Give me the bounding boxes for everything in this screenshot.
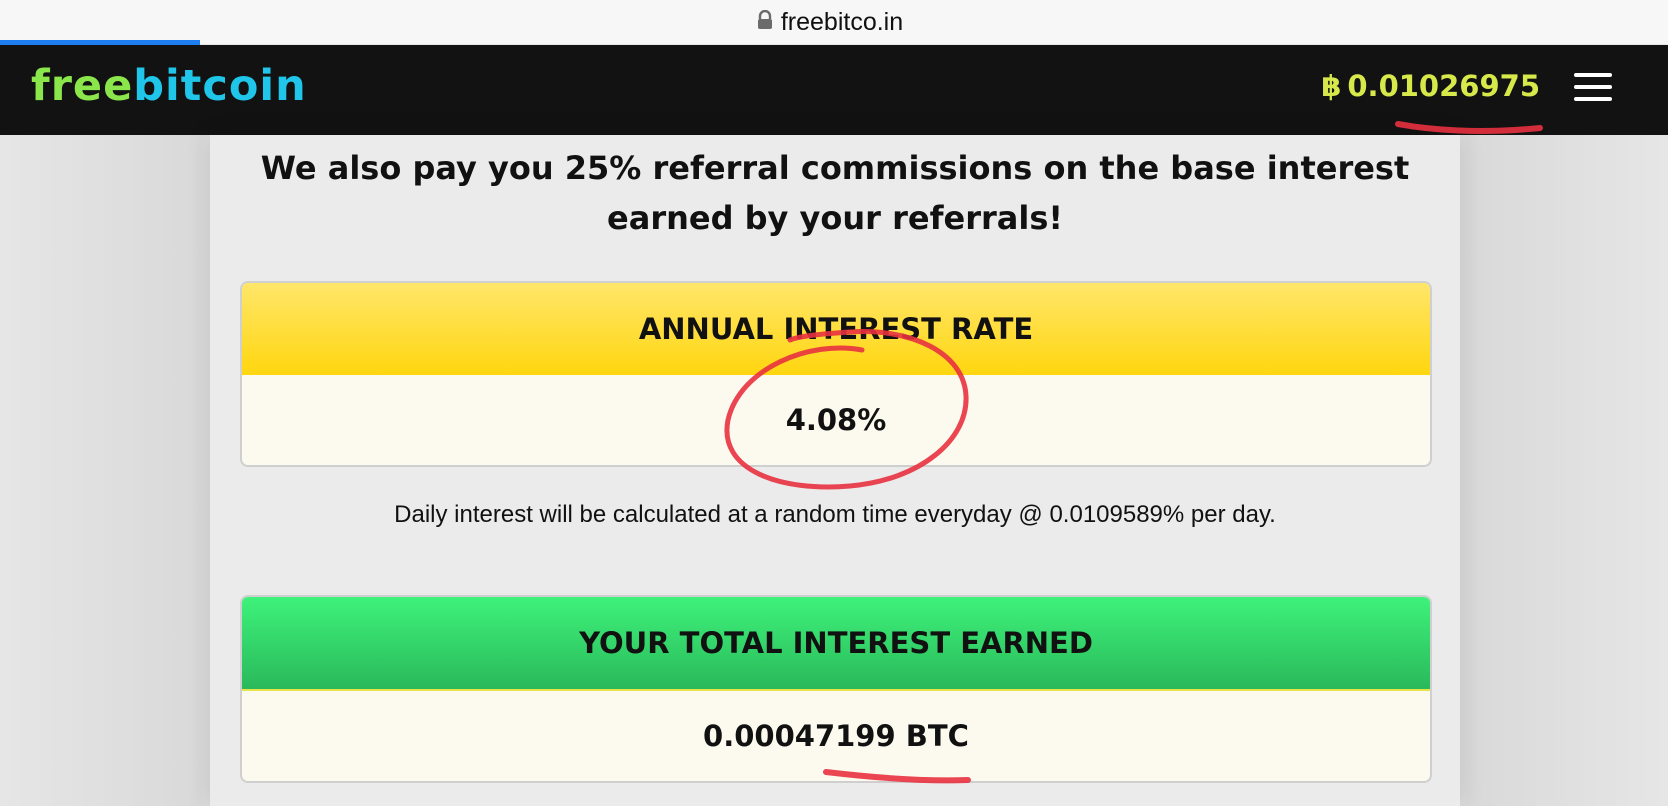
lock-icon [757, 9, 773, 34]
annual-interest-rate-value: 4.08% [785, 403, 887, 437]
url-display[interactable]: freebitco.in [757, 8, 903, 37]
referral-commission-headline: We also pay you 25% referral commissions… [260, 149, 1410, 237]
bitcoin-symbol-icon: ฿ [1321, 69, 1342, 103]
total-interest-earned-title: YOUR TOTAL INTEREST EARNED [242, 597, 1430, 691]
daily-interest-note: Daily interest will be calculated at a r… [394, 501, 1276, 528]
balance-value: 0.01026975 [1347, 69, 1540, 103]
browser-url-bar[interactable]: freebitco.in [0, 0, 1668, 44]
page: freebitco.in freebitcoin ฿ 0.01026975 We… [0, 0, 1668, 806]
total-interest-earned-card: YOUR TOTAL INTEREST EARNED 0.00047199 BT… [240, 595, 1432, 783]
interest-content-panel: We also pay you 25% referral commissions… [210, 135, 1460, 806]
account-balance[interactable]: ฿ 0.01026975 [1321, 69, 1540, 103]
site-header: freebitcoin ฿ 0.01026975 [0, 45, 1668, 135]
url-text: freebitco.in [780, 7, 904, 36]
hamburger-menu-icon[interactable] [1574, 73, 1612, 105]
logo-bitcoin-text: bitcoin [133, 61, 307, 111]
annual-interest-rate-title: ANNUAL INTEREST RATE [242, 283, 1430, 375]
logo-free-text: free [31, 61, 134, 111]
annual-interest-rate-card: ANNUAL INTEREST RATE 4.08% [240, 281, 1432, 467]
total-interest-earned-value: 0.00047199 BTC [703, 719, 969, 753]
site-logo[interactable]: freebitcoin [31, 61, 307, 111]
